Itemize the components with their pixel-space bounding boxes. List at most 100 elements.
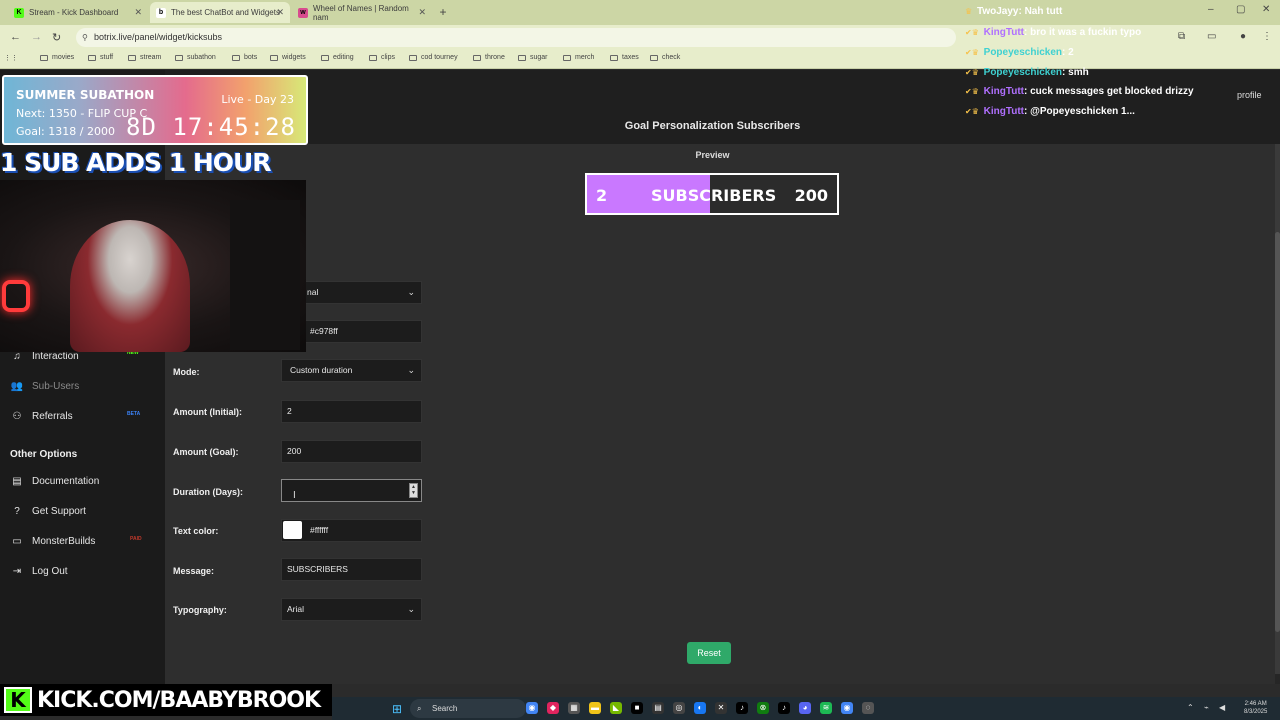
- bookmark-label: clips: [381, 54, 396, 61]
- folder-icon: [610, 54, 618, 61]
- support-icon: ?: [14, 506, 20, 517]
- sidebar-item-sub-users[interactable]: 👥 Sub-Users: [10, 381, 79, 392]
- tab-botrix[interactable]: b The best ChatBot and Widgets ✕: [150, 2, 290, 23]
- text-color-input[interactable]: #ffffff: [281, 519, 422, 542]
- sidebar-item-get-support[interactable]: ? Get Support: [10, 506, 86, 517]
- folder-icon: [40, 54, 48, 61]
- close-tab-icon[interactable]: ✕: [276, 7, 284, 18]
- folder-icon: [232, 54, 240, 61]
- taskbar-date: 8/3/2025: [1244, 709, 1268, 715]
- forward-icon[interactable]: →: [31, 31, 42, 43]
- scrollbar-thumb[interactable]: [1275, 232, 1280, 632]
- sidebar-item-log-out[interactable]: ⇥ Log Out: [10, 566, 68, 577]
- back-icon[interactable]: ←: [10, 31, 21, 43]
- windows-start-icon[interactable]: ⊞: [392, 702, 402, 716]
- bookmark-folder[interactable]: stuff: [88, 54, 113, 61]
- subathon-live-day: Live - Day 23: [221, 93, 294, 106]
- chat-text: @Popeyeschicken 1...: [1030, 106, 1135, 117]
- taskbar-search[interactable]: ⌕ Search: [410, 699, 526, 718]
- message-input[interactable]: SUBSCRIBERS: [281, 558, 422, 581]
- reset-button[interactable]: Reset: [687, 642, 731, 664]
- sidebar-item-interaction[interactable]: ♫ Interaction: [10, 351, 78, 362]
- paid-badge: PAID: [130, 536, 142, 542]
- bookmark-folder[interactable]: taxes: [610, 54, 639, 61]
- bookmark-label: movies: [52, 54, 75, 61]
- folder-icon: [518, 54, 526, 61]
- url-input[interactable]: ⚲ botrix.live/panel/widget/kicksubs: [76, 28, 956, 47]
- taskbar-time: 2:46 AM: [1244, 701, 1267, 707]
- file-explorer-icon[interactable]: ▬: [589, 702, 601, 714]
- volume-icon[interactable]: ◀: [1219, 703, 1225, 712]
- bookmark-folder[interactable]: stream: [128, 54, 161, 61]
- tab-kick-dashboard[interactable]: K Stream - Kick Dashboard ✕: [8, 2, 148, 23]
- url-text: botrix.live/panel/widget/kicksubs: [94, 32, 223, 42]
- app-icon[interactable]: ♪: [736, 702, 748, 714]
- nvidia-icon[interactable]: ◣: [610, 702, 622, 714]
- chat-badge-icon: ✔♛: [965, 68, 979, 77]
- profile-link[interactable]: profile: [1237, 90, 1262, 100]
- reload-icon[interactable]: ↻: [52, 31, 61, 44]
- bookmark-folder[interactable]: cod tourney: [409, 54, 458, 61]
- bookmark-folder[interactable]: clips: [369, 54, 395, 61]
- chevron-down-icon: ⌄: [407, 287, 415, 297]
- bookmark-folder[interactable]: subathon: [175, 54, 216, 61]
- bookmark-folder[interactable]: check: [650, 54, 680, 61]
- xbox-icon[interactable]: ⊗: [757, 702, 769, 714]
- other-options-heading: Other Options: [10, 449, 78, 460]
- chat-badge-icon: ✔♛: [965, 48, 979, 57]
- bookmark-folder[interactable]: sugar: [518, 54, 548, 61]
- app-icon[interactable]: ■: [631, 702, 643, 714]
- duration-label: Duration (Days):: [173, 487, 244, 497]
- app-icon[interactable]: ▦: [568, 702, 580, 714]
- chat-message: ✔♛ KingTutt: bro it was a fuckin typo: [965, 27, 1142, 38]
- chrome-icon[interactable]: ◉: [526, 702, 538, 714]
- tab-wheel-of-names[interactable]: w Wheel of Names | Random nam ✕: [292, 2, 432, 23]
- folder-icon: [321, 54, 329, 61]
- discord-icon[interactable]: ◕: [799, 702, 811, 714]
- mode-select[interactable]: Custom duration ⌄: [281, 359, 422, 382]
- bookmark-folder[interactable]: throne: [473, 54, 505, 61]
- amount-goal-input[interactable]: 200: [281, 440, 422, 463]
- app-icon[interactable]: ◆: [547, 702, 559, 714]
- taskbar-clock[interactable]: 2:46 AM 8/3/2025: [1244, 700, 1267, 716]
- sidebar-item-referrals[interactable]: ⚇ Referrals: [10, 411, 73, 422]
- app-icon[interactable]: ◐: [694, 702, 706, 714]
- spotify-icon[interactable]: ≋: [820, 702, 832, 714]
- scrollbar[interactable]: [1275, 144, 1280, 674]
- app-icon[interactable]: ▤: [652, 702, 664, 714]
- app-icon[interactable]: ◌: [862, 702, 874, 714]
- tab-label: The best ChatBot and Widgets: [171, 8, 280, 17]
- bookmark-folder[interactable]: movies: [40, 54, 74, 61]
- network-icon[interactable]: ⌁: [1204, 703, 1209, 712]
- close-tab-icon[interactable]: ✕: [134, 7, 142, 18]
- number-spinner-icon[interactable]: ▲ ▼: [409, 483, 418, 498]
- sidebar-item-label: MonsterBuilds: [32, 536, 96, 547]
- chrome-icon[interactable]: ◉: [841, 702, 853, 714]
- bookmark-label: cod tourney: [421, 54, 458, 61]
- close-tab-icon[interactable]: ✕: [418, 7, 426, 18]
- folder-icon: [563, 54, 571, 61]
- tiktok-icon[interactable]: ♪: [778, 702, 790, 714]
- text-color-swatch[interactable]: [283, 521, 302, 539]
- new-tab-icon[interactable]: +: [436, 5, 450, 19]
- typography-select[interactable]: Arial ⌄: [281, 598, 422, 621]
- chat-message: ✔♛ Popeyeschicken: 2: [965, 47, 1074, 58]
- bookmark-folder[interactable]: bots: [232, 54, 257, 61]
- bookmark-folder[interactable]: widgets: [270, 54, 306, 61]
- search-icon: ⌕: [417, 704, 422, 713]
- duration-input[interactable]: ▲ ▼: [281, 479, 422, 502]
- amount-initial-input[interactable]: 2: [281, 400, 422, 423]
- site-info-icon[interactable]: ⚲: [82, 28, 88, 47]
- apps-icon[interactable]: ⋮⋮: [4, 54, 18, 62]
- bookmark-folder[interactable]: merch: [563, 54, 594, 61]
- sidebar-item-monsterbuilds[interactable]: ▭ MonsterBuilds: [10, 536, 95, 547]
- tray-chevron-icon[interactable]: ⌃: [1187, 703, 1194, 712]
- folder-icon: [409, 54, 417, 61]
- sidebar-item-documentation[interactable]: ▤ Documentation: [10, 476, 99, 487]
- folder-icon: [473, 54, 481, 61]
- amount-initial-value: 2: [287, 406, 292, 416]
- app-icon[interactable]: ◎: [673, 702, 685, 714]
- bookmark-folder[interactable]: editing: [321, 54, 354, 61]
- app-icon[interactable]: ✕: [715, 702, 727, 714]
- chat-message: ✔♛ KingTutt: @Popeyeschicken 1...: [965, 106, 1135, 117]
